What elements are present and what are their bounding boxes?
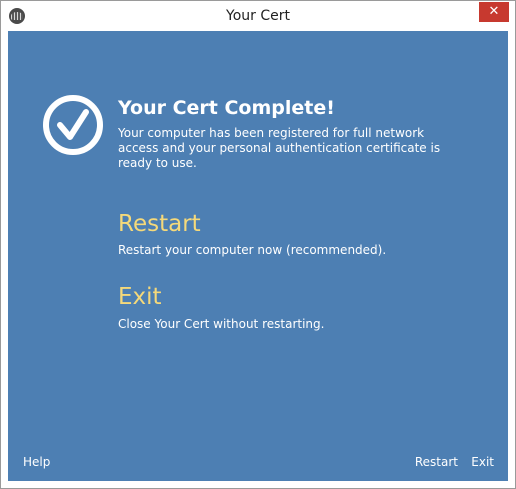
- completion-message: Your computer has been registered for fu…: [118, 126, 441, 170]
- app-window: Your Cert ✕ Your Cert Complete! Your com…: [0, 0, 516, 489]
- footer-exit-link[interactable]: Exit: [471, 455, 494, 469]
- help-link[interactable]: Help: [23, 455, 50, 469]
- checkmark-circle-icon: [43, 95, 103, 155]
- main-panel: Your Cert Complete! Your computer has be…: [8, 31, 508, 481]
- close-button[interactable]: ✕: [479, 2, 509, 22]
- completion-heading: Your Cert Complete!: [118, 97, 335, 119]
- exit-option-description: Close Your Cert without restarting.: [118, 317, 325, 331]
- window-title: Your Cert: [226, 8, 290, 24]
- exit-option-link[interactable]: Exit: [118, 284, 162, 310]
- title-bar[interactable]: Your Cert ✕: [1, 1, 515, 31]
- restart-option-link[interactable]: Restart: [118, 211, 201, 237]
- footer-restart-link[interactable]: Restart: [415, 455, 458, 469]
- restart-option-description: Restart your computer now (recommended).: [118, 243, 387, 257]
